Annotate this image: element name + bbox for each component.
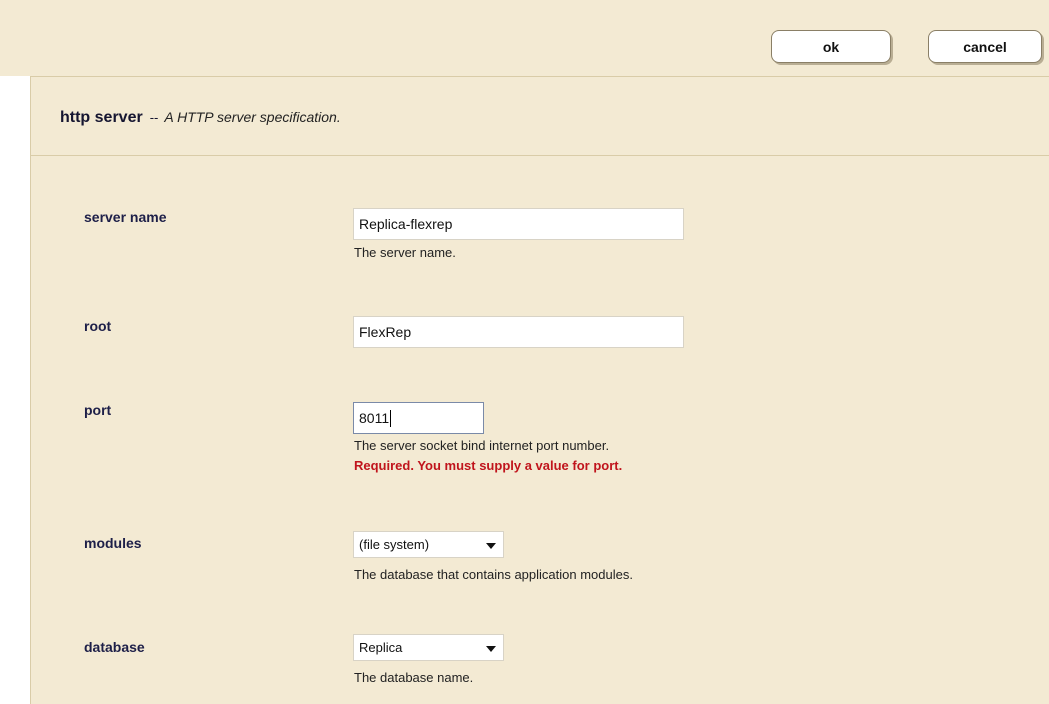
ok-button[interactable]: ok — [771, 30, 891, 63]
port-label: port — [84, 402, 112, 418]
server-name-label: server name — [84, 209, 167, 225]
form-title: http server -- A HTTP server specification… — [60, 109, 341, 127]
root-input[interactable]: FlexRep — [353, 316, 684, 348]
top-toolbar: ok cancel — [0, 0, 1049, 76]
root-label: root — [84, 318, 112, 334]
database-select[interactable]: Replica — [353, 634, 504, 661]
database-selected-value: Replica — [359, 640, 403, 655]
port-error-message: Required. You must supply a value for po… — [354, 458, 623, 473]
database-label: database — [84, 639, 145, 655]
form-title-separator: -- — [149, 110, 159, 125]
server-name-help: The server name. — [354, 245, 456, 260]
database-help: The database name. — [354, 670, 474, 685]
port-input[interactable]: 8011 — [353, 402, 484, 434]
form-title-description: A HTTP server specification. — [164, 109, 341, 125]
form-header: http server -- A HTTP server specification… — [31, 77, 1049, 156]
modules-help: The database that contains application m… — [354, 567, 633, 582]
modules-selected-value: (file system) — [359, 537, 430, 552]
chevron-down-icon — [486, 646, 496, 652]
modules-label: modules — [84, 535, 142, 551]
form-title-name: http server — [60, 109, 143, 126]
text-cursor — [390, 409, 392, 427]
server-name-value: Replica-flexrep — [359, 216, 453, 232]
port-help: The server socket bind internet port num… — [354, 438, 610, 453]
modules-select[interactable]: (file system) — [353, 531, 504, 558]
http-server-form: http server -- A HTTP server specification… — [30, 76, 1049, 704]
root-value: FlexRep — [359, 324, 412, 340]
cancel-button[interactable]: cancel — [928, 30, 1042, 63]
chevron-down-icon — [486, 543, 496, 549]
port-value: 8011 — [359, 410, 390, 426]
server-name-input[interactable]: Replica-flexrep — [353, 208, 684, 240]
